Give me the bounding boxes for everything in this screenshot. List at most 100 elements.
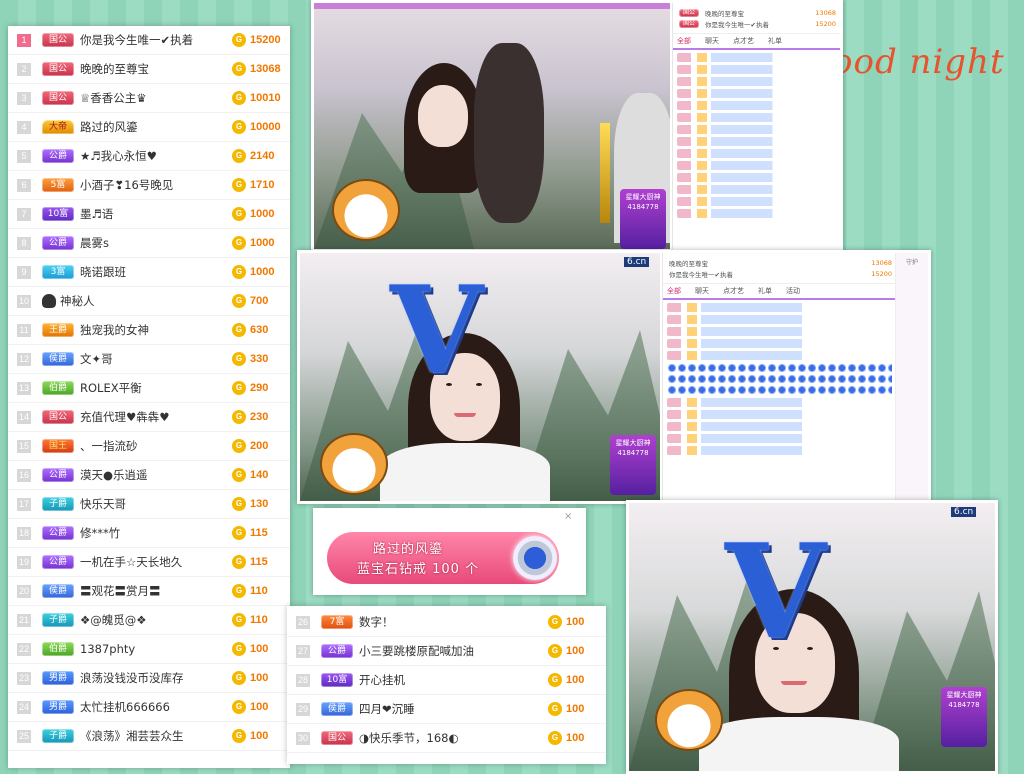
pink-frame (314, 3, 670, 9)
user-name[interactable]: 墨♬语 (80, 206, 232, 222)
close-icon[interactable]: × (564, 511, 576, 523)
ranking-row[interactable]: 21 子爵 ❖@魄觅@❖ G 110 (8, 606, 290, 635)
chat-tab-gifts[interactable]: 礼单 (758, 284, 772, 298)
event-gift-box[interactable]: 星耀大厨神 4184778 (610, 435, 656, 495)
event-gift-box[interactable]: 星耀大厨神 4184778 (941, 687, 987, 747)
user-name[interactable]: 路过的风鎏 (80, 119, 232, 135)
chat-tab-gifts[interactable]: 礼单 (768, 34, 782, 48)
user-name[interactable]: 文✦哥 (80, 351, 232, 367)
chat-tab-chat[interactable]: 聊天 (705, 34, 719, 48)
coin-icon: G (232, 294, 246, 308)
ranking-row[interactable]: 8 公爵 晨雾s G 1000 (8, 229, 290, 258)
user-name[interactable]: 充值代理♥犇犇♥ (80, 409, 232, 425)
user-name[interactable]: 小酒子❣16号晚见 (80, 177, 232, 193)
chat-message (677, 77, 836, 86)
user-name[interactable]: 小三要跳楼原配喊加油 (359, 643, 548, 659)
ranking-row[interactable]: 19 公爵 一机在手☆天长地久 G 115 (8, 548, 290, 577)
user-name[interactable]: ★♬我心永恒♥ (80, 148, 232, 164)
ranking-row[interactable]: 10 神秘人 G 700 (8, 287, 290, 316)
stream-screenshot-1: 星耀大厨神 4184778 国公 晚晚的至尊宝 13068 国公 你是我今生唯一✔执着… (311, 0, 843, 252)
gift-box-title: 星耀大厨神 (615, 439, 651, 447)
user-name[interactable]: 晓诺跟班 (80, 264, 232, 280)
ranking-row[interactable]: 3 国公 ♕香香公主♛ G 10010 (8, 84, 290, 113)
ranking-row[interactable]: 18 公爵 修***竹 G 115 (8, 519, 290, 548)
chat-tabs: 全部 聊天 点才艺 礼单 活动 (663, 284, 896, 300)
coin-icon: G (232, 207, 246, 221)
ranking-row[interactable]: 2 国公 晚晚的至尊宝 G 13068 (8, 55, 290, 84)
rank-number: 20 (17, 584, 31, 598)
ranking-row[interactable]: 24 男爵 太忙挂机666666 G 100 (8, 693, 290, 722)
rank-number: 16 (17, 468, 31, 482)
rank-badge: 7富 (321, 615, 353, 629)
chat-tab-chat[interactable]: 聊天 (695, 284, 709, 298)
user-name[interactable]: 四月❤沉睡 (359, 701, 548, 717)
ranking-row[interactable]: 27 公爵 小三要跳楼原配喊加油 G 100 (287, 637, 606, 666)
ranking-row[interactable]: 16 公爵 漠天●乐逍遥 G 140 (8, 461, 290, 490)
user-name[interactable]: 开心挂机 (359, 672, 548, 688)
ranking-row[interactable]: 1 国公 你是我今生唯一✔执着 G 15200 (8, 26, 290, 55)
user-name[interactable]: 神秘人 (60, 293, 232, 309)
coin-icon: G (548, 673, 562, 687)
ranking-row[interactable]: 6 5富 小酒子❣16号晚见 G 1710 (8, 171, 290, 200)
ranking-row[interactable]: 13 伯爵 ROLEX平衡 G 290 (8, 374, 290, 403)
user-name[interactable]: 你是我今生唯一✔执着 (80, 32, 232, 48)
ranking-row[interactable]: 7 10富 墨♬语 G 1000 (8, 200, 290, 229)
user-name[interactable]: 、一指流砂 (80, 438, 232, 454)
gift-amount: 100 (566, 616, 585, 628)
rank-badge: 侯爵 (321, 702, 353, 716)
user-name[interactable]: 漠天●乐逍遥 (80, 467, 232, 483)
user-name[interactable]: 1387phty (80, 642, 232, 656)
user-name[interactable]: 晚晚的至尊宝 (80, 61, 232, 77)
ranking-row[interactable]: 17 子爵 快乐天哥 G 130 (8, 490, 290, 519)
ranking-row[interactable]: 9 3富 晓诺跟班 G 1000 (8, 258, 290, 287)
chat-tab-talent[interactable]: 点才艺 (733, 34, 754, 48)
gift-ranking-panel-continued: 26 7富 数字！ G 100 27 公爵 小三要跳楼原配喊加油 G 100 28 10富 开心挂机 G 1… (287, 606, 606, 764)
ranking-row[interactable]: 26 7富 数字！ G 100 (287, 608, 606, 637)
coin-icon: G (548, 702, 562, 716)
rank-badge: 公爵 (42, 526, 74, 540)
user-name[interactable]: 快乐天哥 (80, 496, 232, 512)
user-name[interactable]: 数字！ (359, 614, 548, 630)
user-name[interactable]: ❖@魄觅@❖ (80, 612, 232, 628)
user-name[interactable]: 《浪荡》湘芸芸众生 (80, 728, 232, 744)
rank-number: 27 (296, 644, 310, 658)
chat-message (677, 65, 836, 74)
user-name[interactable]: ROLEX平衡 (80, 380, 232, 396)
ranking-row[interactable]: 25 子爵 《浪荡》湘芸芸众生 G 100 (8, 722, 290, 751)
ranking-row[interactable]: 28 10富 开心挂机 G 100 (287, 666, 606, 695)
user-name[interactable]: 修***竹 (80, 525, 232, 541)
rank-number: 10 (17, 294, 31, 308)
user-name[interactable]: 浪荡没钱没币没库存 (80, 670, 232, 686)
user-name[interactable]: 一机在手☆天长地久 (80, 554, 232, 570)
user-name[interactable]: ♕香香公主♛ (80, 90, 232, 106)
user-name[interactable]: 独宠我的女神 (80, 322, 232, 338)
rank-badge: 公爵 (321, 644, 353, 658)
hamster-sticker (320, 433, 388, 495)
site-logo: 6.cn (951, 507, 977, 517)
user-name[interactable]: 晨雾s (80, 235, 232, 251)
rank-number: 13 (17, 381, 31, 395)
coin-icon: G (232, 120, 246, 134)
chat-tab-all[interactable]: 全部 (667, 284, 681, 298)
banner-gift: 蓝宝石钻戒 100 个 (357, 562, 480, 577)
ranking-row[interactable]: 12 侯爵 文✦哥 G 330 (8, 345, 290, 374)
chat-tab-events[interactable]: 活动 (786, 284, 800, 298)
chat-tab-all[interactable]: 全部 (677, 34, 691, 48)
ranking-row[interactable]: 4 大帝 路过的风鎏 G 10000 (8, 113, 290, 142)
ranking-row[interactable]: 11 王爵 独宠我的女神 G 630 (8, 316, 290, 345)
rank-number: 9 (17, 265, 31, 279)
user-name[interactable]: ◑快乐季节，168◐ (359, 730, 548, 746)
ranking-row[interactable]: 15 国王 、一指流砂 G 200 (8, 432, 290, 461)
ranking-row[interactable]: 22 伯爵 1387phty G 100 (8, 635, 290, 664)
user-name[interactable]: 太忙挂机666666 (80, 699, 232, 715)
user-name[interactable]: 〓观花〓赏月〓 (80, 583, 232, 599)
ranking-row[interactable]: 30 国公 ◑快乐季节，168◐ G 100 (287, 724, 606, 753)
streamer-smile (454, 413, 476, 417)
ranking-row[interactable]: 20 侯爵 〓观花〓赏月〓 G 110 (8, 577, 290, 606)
chat-tab-talent[interactable]: 点才艺 (723, 284, 744, 298)
event-gift-box[interactable]: 星耀大厨神 4184778 (620, 189, 666, 249)
ranking-row[interactable]: 5 公爵 ★♬我心永恒♥ G 2140 (8, 142, 290, 171)
ranking-row[interactable]: 23 男爵 浪荡没钱没币没库存 G 100 (8, 664, 290, 693)
ranking-row[interactable]: 29 侯爵 四月❤沉睡 G 100 (287, 695, 606, 724)
ranking-row[interactable]: 14 国公 充值代理♥犇犇♥ G 230 (8, 403, 290, 432)
